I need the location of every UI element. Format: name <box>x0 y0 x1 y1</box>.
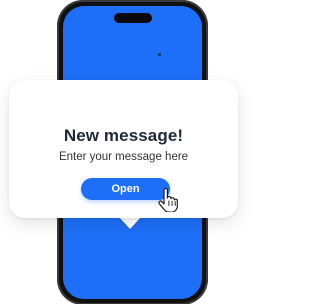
illustration-scene: New message! Enter your message here Ope… <box>0 0 260 304</box>
notification-card: New message! Enter your message here Ope… <box>9 80 238 218</box>
notification-title: New message! <box>63 126 184 145</box>
dynamic-island <box>113 13 152 23</box>
notification-body: Enter your message here <box>58 151 189 163</box>
hand-pointer-icon <box>158 188 178 212</box>
screen-dot <box>158 53 161 56</box>
